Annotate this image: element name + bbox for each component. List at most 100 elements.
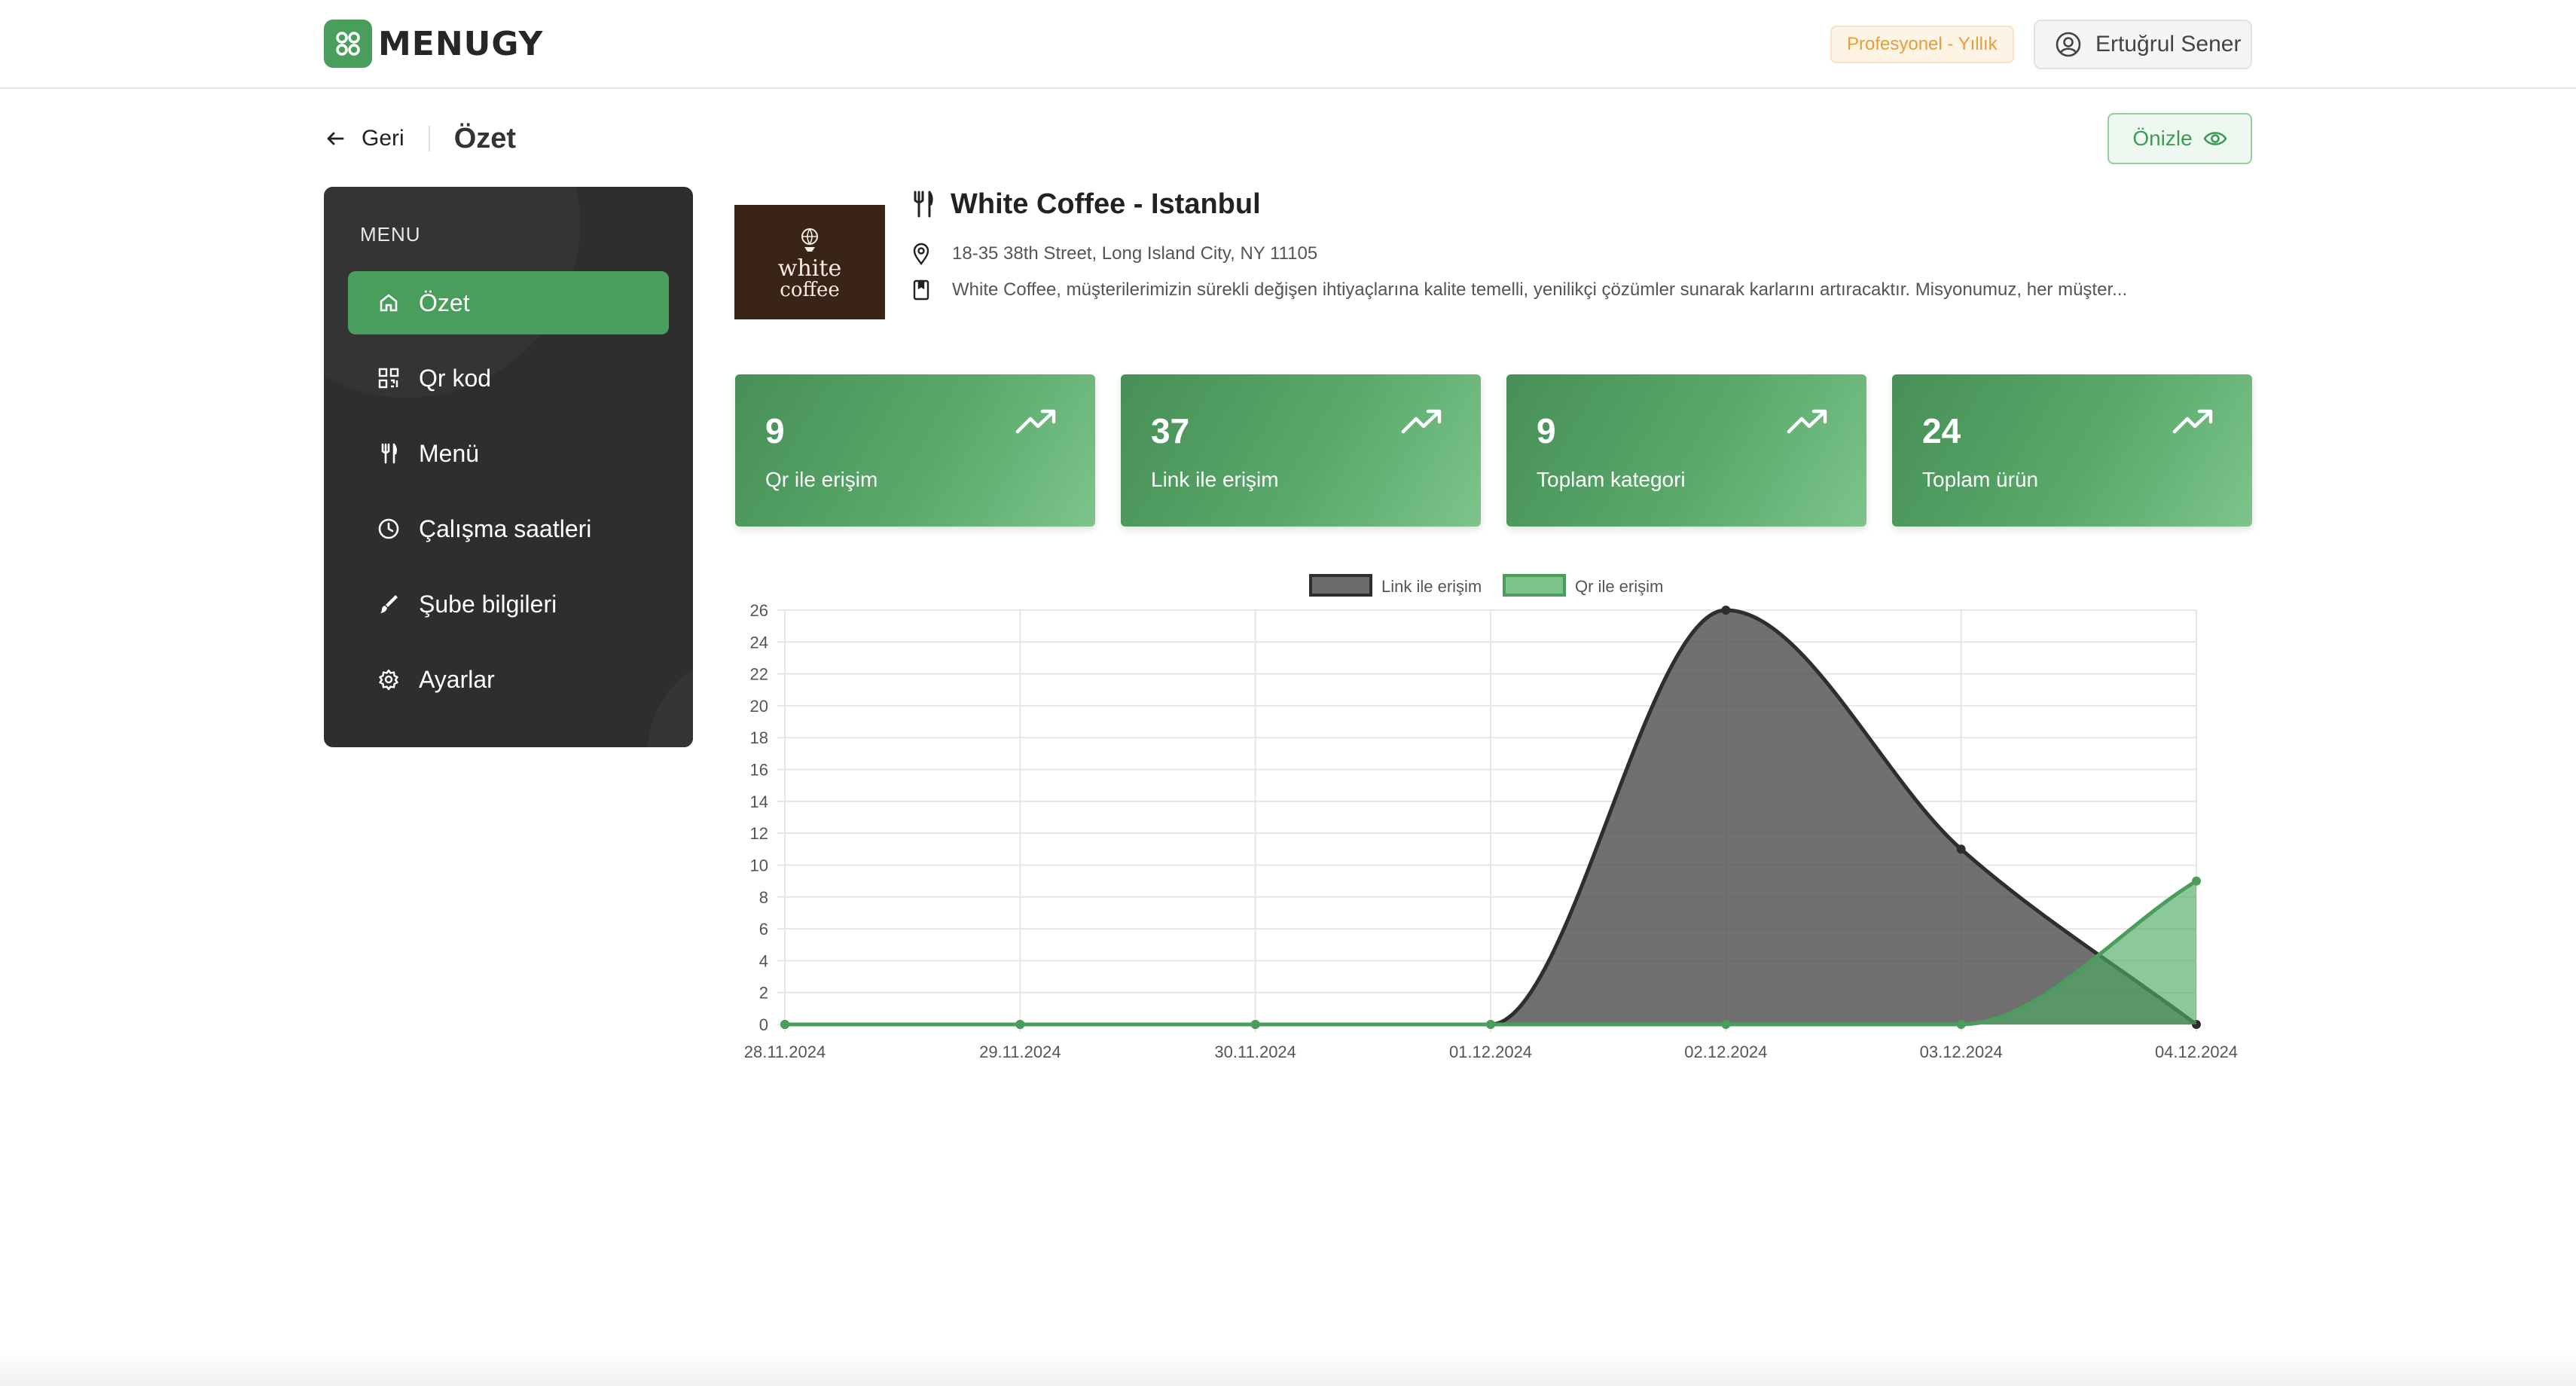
back-label: Geri <box>362 126 404 151</box>
sidebar-item-label: Özet <box>419 288 470 316</box>
qr-code-icon <box>375 365 402 392</box>
sidebar-item-label: Qr kod <box>419 364 492 392</box>
chart-y-tick-label: 10 <box>750 856 768 875</box>
stat-value: 9 <box>765 411 785 450</box>
chart-x-tick-label: 03.12.2024 <box>1920 1043 2003 1061</box>
stat-card-total-categories: 9 Toplam kategori <box>1506 374 1866 527</box>
chart-x-tick-label: 01.12.2024 <box>1449 1043 1532 1061</box>
chart-point <box>1250 1020 1260 1029</box>
sidebar-item-label: Menü <box>419 439 480 467</box>
page-title: Özet <box>453 122 517 154</box>
chart-legend-label: Link ile erişim <box>1381 577 1482 596</box>
sidebar-item-ayarlar[interactable]: Ayarlar <box>348 648 669 711</box>
chart-y-tick-label: 4 <box>759 951 768 970</box>
chart-point <box>1721 1020 1731 1029</box>
store-description-text: White Coffee, müşterilerimizin sürekli d… <box>952 279 2128 300</box>
plan-badge: Profesyonel - Yıllık <box>1830 26 2014 63</box>
chart-legend-label: Qr ile erişim <box>1575 577 1663 596</box>
sidebar-item-label: Çalışma saatleri <box>419 514 592 542</box>
sidebar-item-sube-bilgileri[interactable]: Şube bilgileri <box>348 572 669 636</box>
store-logo: white coffee <box>734 205 885 319</box>
trending-up-icon <box>2172 409 2213 434</box>
map-pin-icon <box>913 243 929 265</box>
store-logo-text: coffee <box>780 279 840 301</box>
sidebar-item-ozet[interactable]: Özet <box>348 271 669 334</box>
eye-icon <box>2203 132 2227 145</box>
sidebar-item-label: Ayarlar <box>419 665 495 693</box>
preview-button[interactable]: Önizle <box>2107 113 2252 164</box>
stat-card-qr-access: 9 Qr ile erişim <box>735 374 1095 527</box>
fork-knife-icon <box>914 191 933 218</box>
chart-x-tick-label: 02.12.2024 <box>1684 1043 1767 1061</box>
store-description: White Coffee, müşterilerimizin sürekli d… <box>911 279 2127 301</box>
stat-value: 37 <box>1151 411 1190 450</box>
fork-knife-icon <box>375 440 402 467</box>
stat-label: Qr ile erişim <box>765 468 878 491</box>
stat-card-link-access: 37 Link ile erişim <box>1121 374 1481 527</box>
preview-label: Önizle <box>2132 127 2193 150</box>
chart-x-tick-label: 30.11.2024 <box>1214 1043 1296 1061</box>
sidebar-item-menu[interactable]: Menü <box>348 422 669 485</box>
access-chart: 0 2 4 6 8 10 12 14 16 18 20 22 24 26 28.11.2024 29.11.2… <box>731 565 2252 1077</box>
sidebar-section-label: MENU <box>360 223 421 246</box>
brand-logo[interactable]: MENUGY <box>324 20 543 68</box>
stat-card-total-products: 24 Toplam ürün <box>1892 374 2252 527</box>
page-bottom-shadow <box>0 1348 2576 1386</box>
chart-point <box>1956 1020 1966 1029</box>
chart-x-tick-label: 28.11.2024 <box>744 1043 826 1061</box>
chart-legend-swatch <box>1309 574 1372 597</box>
chart-point <box>1486 1020 1495 1029</box>
brand-mark-icon <box>324 20 372 68</box>
top-bar: MENUGY Profesyonel - Yıllık Ertuğrul Sen… <box>0 0 2576 89</box>
chart-y-tick-label: 20 <box>750 697 768 716</box>
sidebar-item-calisma-saatleri[interactable]: Çalışma saatleri <box>348 497 669 560</box>
chart-y-tick-label: 12 <box>750 824 768 843</box>
chart-x-tick-label: 04.12.2024 <box>2155 1043 2238 1061</box>
home-icon <box>375 289 402 316</box>
chart-y-tick-label: 18 <box>750 728 768 747</box>
brand-name: MENUGY <box>378 24 544 63</box>
user-name: Ertuğrul Sener <box>2095 32 2242 56</box>
stat-value: 24 <box>1922 411 1961 450</box>
store-address: 18-35 38th Street, Long Island City, NY … <box>911 243 1317 265</box>
chart-y-tick-label: 0 <box>759 1015 768 1034</box>
user-menu-button[interactable]: Ertuğrul Sener <box>2034 20 2252 69</box>
chart-y-tick-label: 24 <box>750 633 768 652</box>
user-circle-icon <box>2056 32 2081 57</box>
sidebar-item-qr-kod[interactable]: Qr kod <box>348 346 669 410</box>
trending-up-icon <box>1015 409 1056 434</box>
brush-icon <box>375 591 402 618</box>
stat-value: 9 <box>1537 411 1556 450</box>
chart-point <box>1015 1020 1025 1029</box>
clock-icon <box>375 515 402 542</box>
stat-label: Link ile erişim <box>1151 468 1279 491</box>
chart-y-tick-label: 26 <box>750 601 768 620</box>
breadcrumb: Geri Özet <box>324 116 516 161</box>
chart-y-tick-label: 2 <box>759 984 768 1003</box>
store-logo-text: white <box>777 255 842 282</box>
chart-point <box>1956 844 1966 854</box>
store-address-text: 18-35 38th Street, Long Island City, NY … <box>952 243 1318 264</box>
chart-y-tick-label: 6 <box>759 920 768 939</box>
stat-label: Toplam ürün <box>1922 468 2039 491</box>
store-name-text: White Coffee - Istanbul <box>951 188 1261 220</box>
trending-up-icon <box>1787 409 1827 434</box>
trending-up-icon <box>1401 409 1442 434</box>
book-icon <box>913 279 929 301</box>
coffee-globe-icon <box>801 228 818 252</box>
store-name: White Coffee - Istanbul <box>911 187 1261 221</box>
arrow-left-icon <box>327 132 344 145</box>
chart-y-tick-label: 16 <box>750 761 768 780</box>
chart-y-tick-label: 22 <box>750 665 768 684</box>
chart-y-tick-label: 8 <box>759 888 768 907</box>
chart-legend-swatch <box>1503 574 1566 597</box>
gear-icon <box>375 666 402 693</box>
chart-x-tick-label: 29.11.2024 <box>979 1043 1061 1061</box>
back-button[interactable]: Geri <box>324 126 404 151</box>
breadcrumb-divider <box>428 126 430 151</box>
chart-point <box>2192 876 2201 886</box>
chart-point <box>1721 606 1731 615</box>
sidebar: MENU Özet Qr kod Menü Çalışma saatleri Ş… <box>324 187 693 747</box>
sidebar-item-label: Şube bilgileri <box>419 590 557 618</box>
chart-point <box>780 1020 789 1029</box>
